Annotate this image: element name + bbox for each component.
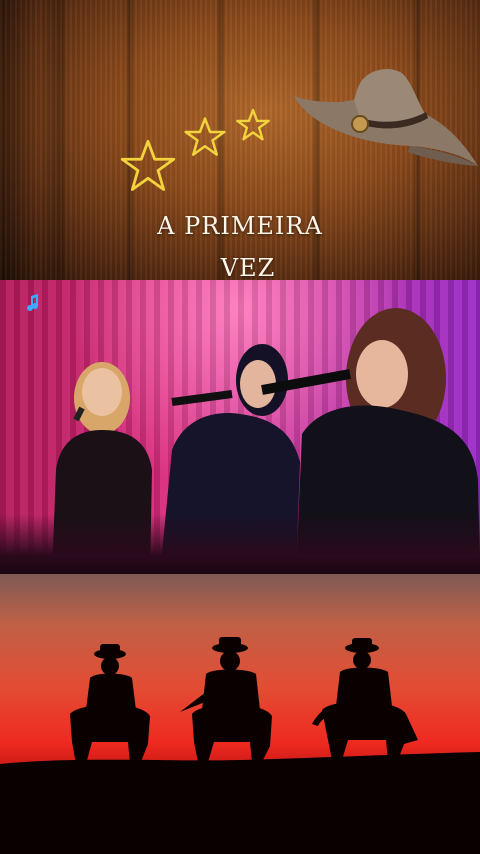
video-frame: A PRIMEIRA VEZ (0, 0, 480, 854)
star-icon (184, 117, 226, 156)
title-line-2: VEZ (220, 254, 276, 282)
sunset-scene (0, 574, 480, 854)
cowboy-hat-icon (294, 69, 478, 166)
title-line-1: A PRIMEIRA (157, 212, 323, 240)
star-icon (120, 139, 176, 191)
wood-banner: A PRIMEIRA VEZ (0, 0, 480, 282)
star-icon (236, 108, 270, 141)
cowboy-riders-silhouette (0, 637, 480, 854)
stage-photo (0, 280, 480, 574)
